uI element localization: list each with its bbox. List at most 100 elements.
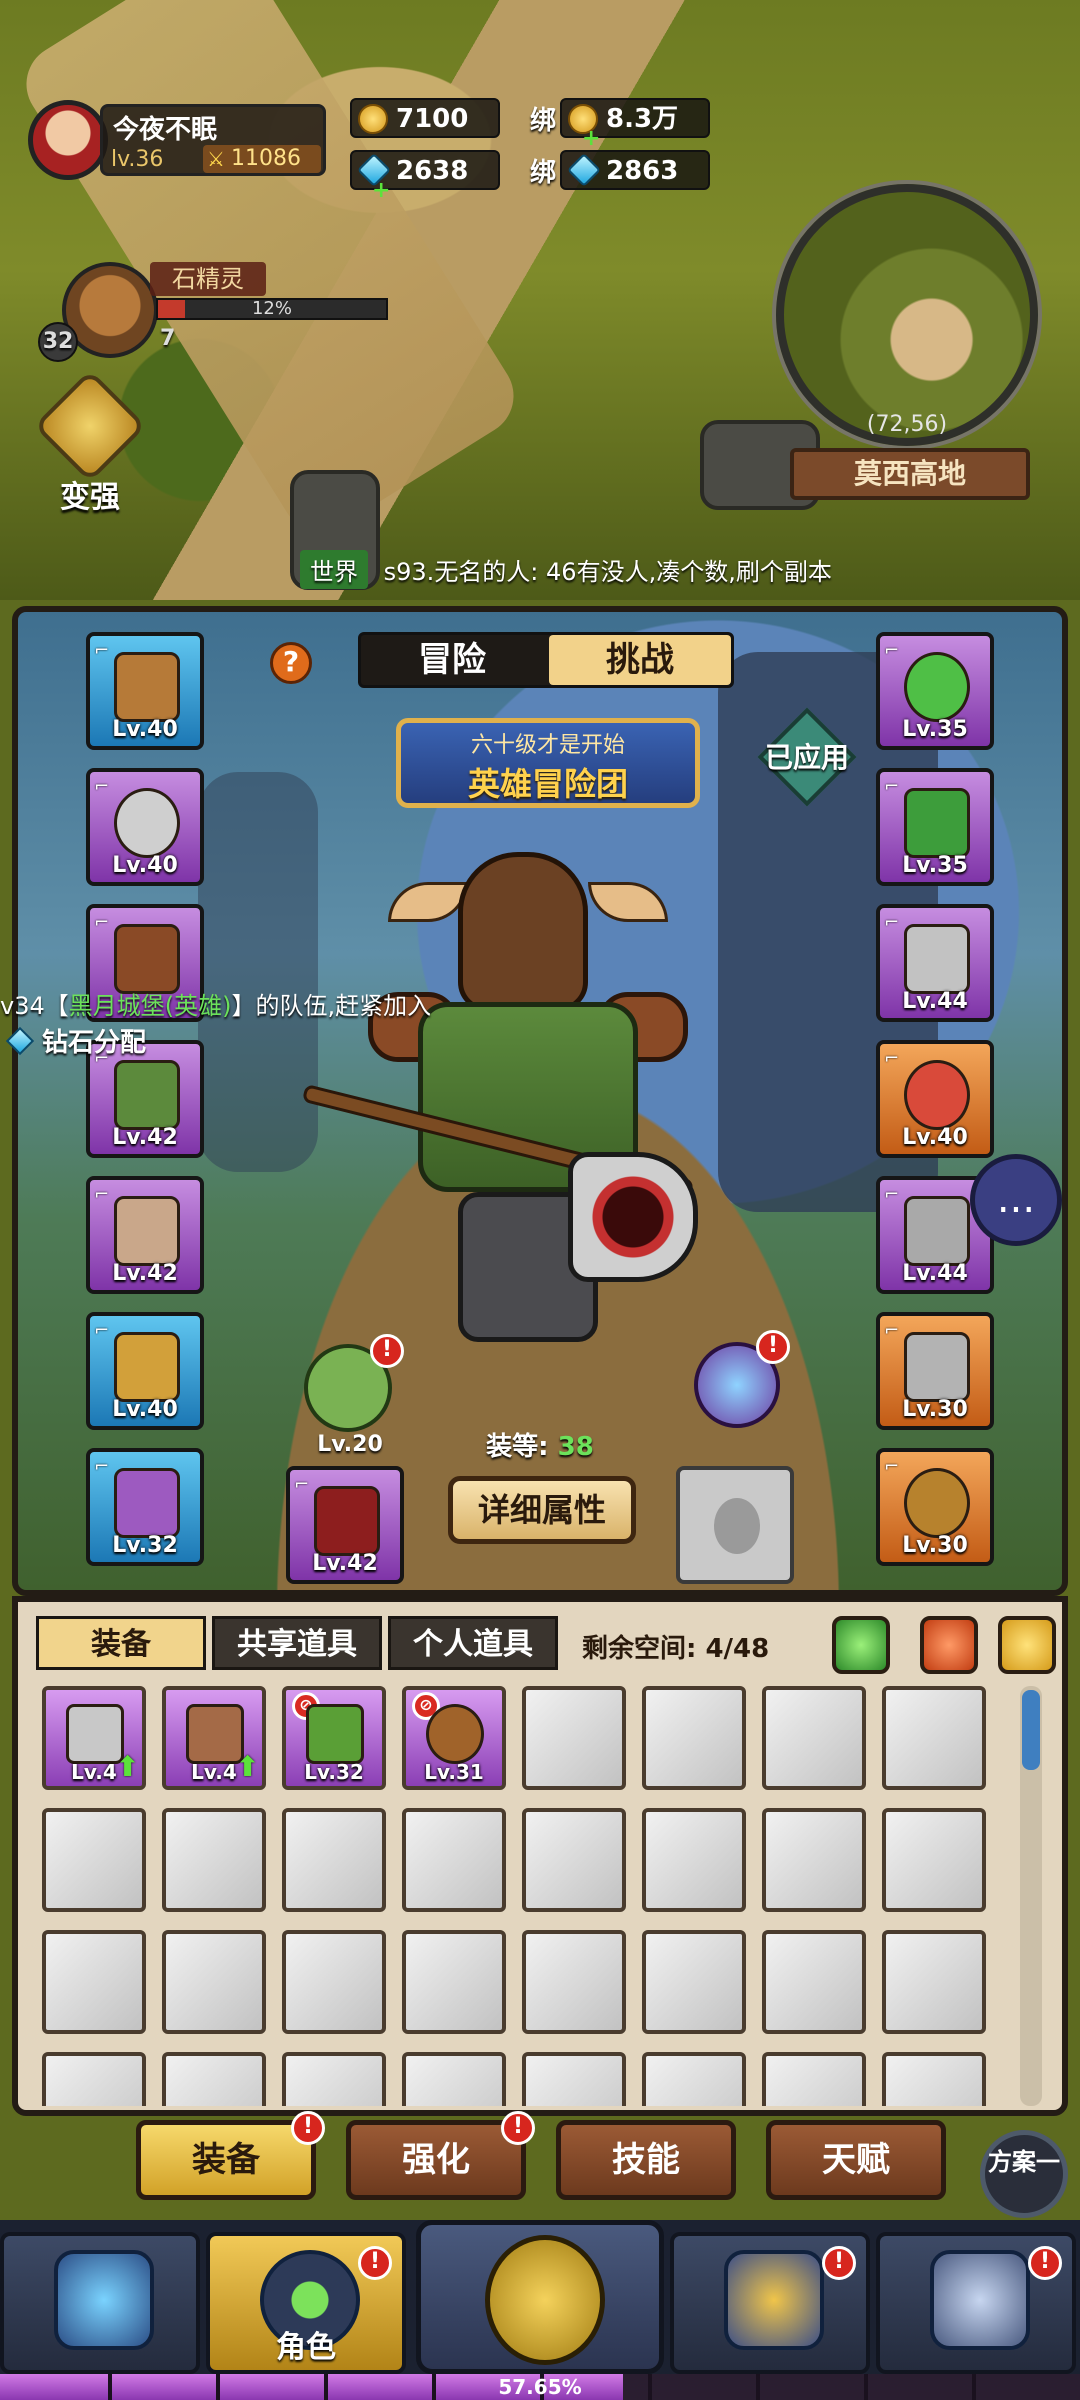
subtab-label: 装备: [192, 2140, 260, 2180]
gold-counter[interactable]: 7100: [350, 98, 500, 138]
equip-slot-weapon[interactable]: ⌐ Lv.42: [286, 1466, 404, 1584]
empty-cell[interactable]: [762, 1930, 866, 2034]
emblem-badge[interactable]: !: [688, 1330, 790, 1434]
chat-bubble-button[interactable]: ...: [970, 1154, 1062, 1246]
notification-badge: !: [358, 2246, 392, 2280]
nav-character[interactable]: ! 角色: [206, 2232, 406, 2374]
warehouse-icon[interactable]: [920, 1616, 978, 1674]
nav-guild[interactable]: !: [670, 2232, 870, 2374]
inventory-item[interactable]: Lv.4 ⬆: [42, 1686, 146, 1790]
recycle-icon[interactable]: [832, 1616, 890, 1674]
scrollbar-thumb[interactable]: [1022, 1690, 1040, 1770]
tab-adventure[interactable]: 冒险: [361, 635, 543, 685]
bound-diamond-value: 2863: [606, 156, 679, 186]
bound-diamond-counter[interactable]: 2863: [560, 150, 710, 190]
empty-cell[interactable]: [282, 2052, 386, 2106]
empty-cell[interactable]: [762, 2052, 866, 2106]
equip-slot-shield[interactable]: ⌐ Lv.30: [876, 1448, 994, 1566]
empty-cell[interactable]: [762, 1808, 866, 1912]
guild-invite-message[interactable]: v34【黑月城堡(英雄)】的队伍,赶紧加入: [0, 986, 431, 1021]
inventory-item[interactable]: ⊘ Lv.32: [282, 1686, 386, 1790]
helmet-icon: [114, 652, 180, 722]
equip-slot-offhand[interactable]: ⌐ Lv.30: [876, 1312, 994, 1430]
empty-cell[interactable]: [402, 1808, 506, 1912]
applied-button[interactable]: 已应用: [752, 702, 862, 812]
tab-personal-items[interactable]: 个人道具: [388, 1616, 558, 1670]
empty-cell[interactable]: [162, 1808, 266, 1912]
empty-cell[interactable]: [282, 1808, 386, 1912]
empty-cell[interactable]: [42, 1930, 146, 2034]
tab-equipment[interactable]: 装备: [36, 1616, 206, 1670]
helmet-horn: [388, 882, 468, 922]
hero-team-banner[interactable]: 六十级才是开始 英雄冒险团: [396, 718, 700, 808]
nav-battle[interactable]: [416, 2220, 664, 2374]
help-button[interactable]: ?: [270, 642, 312, 684]
empty-cell[interactable]: [42, 2052, 146, 2106]
equip-slot-belt[interactable]: ⌐ Lv.35: [876, 632, 994, 750]
equip-slot-necklace[interactable]: ⌐ Lv.40: [86, 768, 204, 886]
nav-castle[interactable]: !: [876, 2232, 1076, 2374]
gold-coin-icon: [358, 104, 388, 134]
empty-cell[interactable]: [882, 2052, 986, 2106]
empty-cell[interactable]: [642, 2052, 746, 2106]
empty-cell[interactable]: [882, 1930, 986, 2034]
equip-slot-glove[interactable]: ⌐ Lv.32: [86, 1448, 204, 1566]
diamond-allocation[interactable]: 钻石分配: [5, 1022, 146, 1059]
broom-icon[interactable]: [998, 1616, 1056, 1674]
tab-challenge[interactable]: 挑战: [549, 635, 731, 685]
empty-cell[interactable]: [522, 2052, 626, 2106]
player-plate[interactable]: 今夜不眠 lv.36 ⚔ 11086: [100, 104, 326, 176]
equip-slot-helmet[interactable]: ⌐ Lv.40: [86, 632, 204, 750]
empty-cell[interactable]: [522, 1930, 626, 2034]
equip-slot-bracer[interactable]: ⌐ Lv.40: [86, 1312, 204, 1430]
bound-gold-counter[interactable]: + 8.3万: [560, 98, 710, 151]
map-location-name[interactable]: 莫西高地: [790, 448, 1030, 500]
equip-slot-ring[interactable]: ⌐ Lv.40: [876, 1040, 994, 1158]
bottom-navigation: ! 角色 ! !: [0, 2220, 1080, 2374]
inventory-item[interactable]: Lv.4 ⬆: [162, 1686, 266, 1790]
crossed-swords-icon: ⚔: [207, 147, 225, 171]
empty-cell[interactable]: [162, 1930, 266, 2034]
nav-portal[interactable]: [0, 2232, 200, 2374]
empty-equip-slot[interactable]: [676, 1466, 794, 1584]
diamond-value: 2638: [396, 156, 469, 186]
equip-slot-boots[interactable]: ⌐ Lv.44: [876, 904, 994, 1022]
armor-set-badge[interactable]: ! Lv.20: [300, 1334, 404, 1457]
inventory-scrollbar[interactable]: [1020, 1686, 1042, 2106]
strengthen-button[interactable]: 变强: [33, 369, 147, 515]
diamond-counter[interactable]: + 2638: [350, 150, 500, 203]
subtab-equipment[interactable]: 装备 !: [136, 2111, 325, 2200]
empty-cell[interactable]: [882, 1808, 986, 1912]
loadout-plan-button[interactable]: 方案一: [980, 2130, 1068, 2218]
empty-cell[interactable]: [762, 1686, 866, 1790]
subtab-skills[interactable]: 技能: [556, 2120, 736, 2200]
equip-slot-pants[interactable]: ⌐ Lv.35: [876, 768, 994, 886]
world-chat-line[interactable]: 世界 s93.无名的人: 46有没人,凑个数,刷个副本: [300, 550, 832, 589]
empty-cell[interactable]: [402, 1930, 506, 2034]
empty-cell[interactable]: [522, 1808, 626, 1912]
empty-cell[interactable]: [282, 1930, 386, 2034]
add-diamond-icon[interactable]: +: [372, 172, 390, 210]
minimap[interactable]: (72,56): [776, 184, 1038, 446]
subtab-enhance[interactable]: 强化 !: [346, 2111, 535, 2200]
subtab-talent[interactable]: 天赋: [766, 2120, 946, 2200]
inventory-item[interactable]: ⊘ Lv.31: [402, 1686, 506, 1790]
detail-attributes-button[interactable]: 详细属性: [448, 1476, 636, 1544]
empty-cell[interactable]: [42, 1808, 146, 1912]
empty-cell[interactable]: [402, 2052, 506, 2106]
slot-level: Lv.32: [112, 1533, 178, 1558]
empty-cell[interactable]: [522, 1686, 626, 1790]
applied-label: 已应用: [764, 741, 849, 774]
hero-character[interactable]: [301, 832, 738, 1372]
empty-cell[interactable]: [642, 1808, 746, 1912]
bound-diamond-label: 绑: [530, 158, 557, 188]
empty-cell[interactable]: [642, 1930, 746, 2034]
player-avatar[interactable]: [28, 100, 108, 180]
player-level: lv.36: [111, 147, 164, 172]
empty-cell[interactable]: [642, 1686, 746, 1790]
tab-shared-items[interactable]: 共享道具: [212, 1616, 382, 1670]
power-value: 11086: [231, 146, 301, 171]
empty-cell[interactable]: [882, 1686, 986, 1790]
empty-cell[interactable]: [162, 2052, 266, 2106]
equip-slot-cloak[interactable]: ⌐ Lv.42: [86, 1176, 204, 1294]
